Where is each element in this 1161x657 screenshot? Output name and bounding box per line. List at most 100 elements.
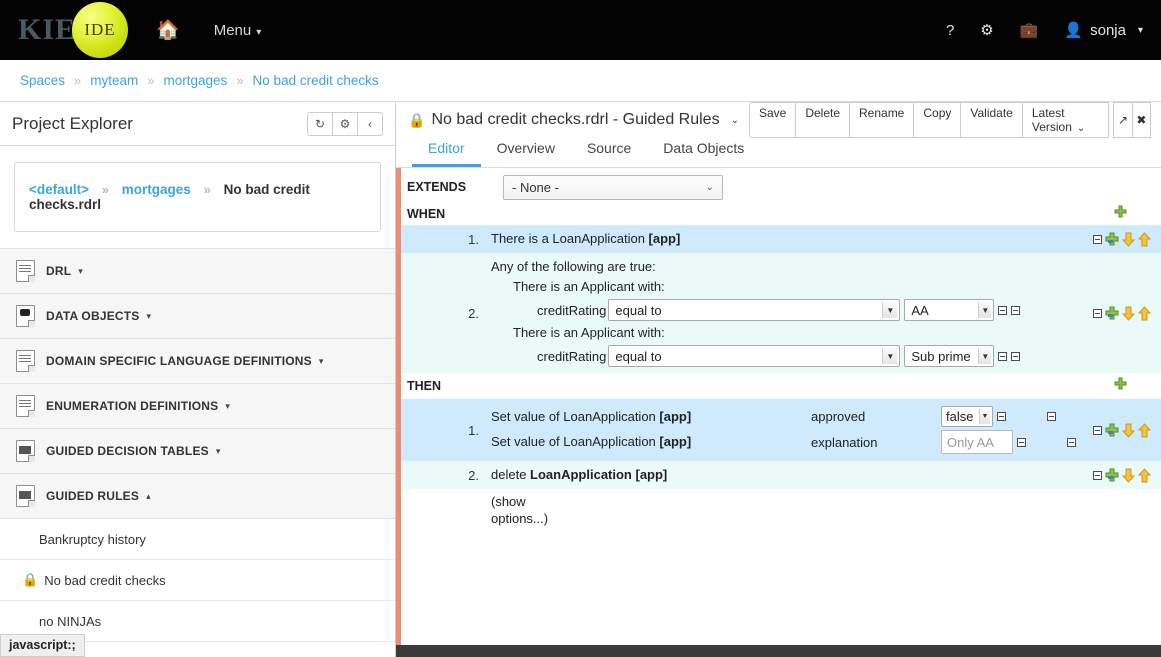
validate-button[interactable]: Validate bbox=[960, 102, 1022, 138]
status-tooltip: javascript:; bbox=[0, 634, 85, 657]
move-up-icon[interactable] bbox=[1138, 468, 1151, 483]
move-up-icon[interactable] bbox=[1138, 423, 1151, 438]
constraint-row: creditRating equal to ▼ Sub prime ▼ bbox=[491, 345, 1093, 367]
add-action-icon[interactable] bbox=[1113, 377, 1128, 395]
condition-row[interactable]: 1. There is a LoanApplication [app] bbox=[401, 225, 1161, 253]
tab-source[interactable]: Source bbox=[571, 135, 647, 167]
project-path-default[interactable]: <default> bbox=[29, 182, 89, 197]
action-value-input[interactable]: Only AA bbox=[941, 430, 1013, 454]
accordion-item-drl[interactable]: DRL ▾ bbox=[0, 249, 395, 294]
briefcase-icon[interactable]: 💼 bbox=[1020, 23, 1039, 38]
panel-title: Project Explorer bbox=[12, 114, 133, 134]
collapse-button[interactable]: ‹ bbox=[357, 112, 383, 136]
guided-rule-icon bbox=[16, 485, 35, 507]
move-down-icon[interactable] bbox=[1122, 306, 1135, 321]
settings-button[interactable]: ⚙ bbox=[332, 112, 358, 136]
add-icon[interactable] bbox=[1105, 468, 1119, 482]
project-explorer-header: Project Explorer ↻ ⚙ ‹ bbox=[0, 102, 395, 146]
remove-icon[interactable] bbox=[1093, 426, 1102, 435]
constraint-option-icon[interactable] bbox=[998, 352, 1007, 361]
gear-icon[interactable]: ⚙ bbox=[980, 23, 993, 38]
breadcrumb-item-myteam[interactable]: myteam bbox=[90, 73, 138, 88]
action-value-select[interactable]: false ▼ bbox=[941, 406, 993, 427]
editor-title[interactable]: 🔒 No bad credit checks.rdrl - Guided Rul… bbox=[408, 111, 739, 129]
move-up-icon[interactable] bbox=[1138, 232, 1151, 247]
move-up-icon[interactable] bbox=[1138, 306, 1151, 321]
main-layout: Project Explorer ↻ ⚙ ‹ <default> » mortg… bbox=[0, 102, 1161, 657]
project-path-mortgages[interactable]: mortgages bbox=[122, 182, 191, 197]
accordion-item-dsl[interactable]: DOMAIN SPECIFIC LANGUAGE DEFINITIONS ▾ bbox=[0, 339, 395, 384]
condition-row[interactable]: 2. Any of the following are true: There … bbox=[401, 253, 1161, 373]
value-select[interactable]: Sub prime ▼ bbox=[904, 345, 994, 367]
add-icon[interactable] bbox=[1105, 232, 1119, 246]
accordion-item-enumerations[interactable]: ENUMERATION DEFINITIONS ▾ bbox=[0, 384, 395, 429]
chevron-up-icon: ▴ bbox=[146, 491, 151, 502]
move-down-icon[interactable] bbox=[1122, 423, 1135, 438]
add-condition-icon[interactable] bbox=[1113, 205, 1128, 223]
rename-button[interactable]: Rename bbox=[849, 102, 914, 138]
version-dropdown[interactable]: Latest Version⌄ bbox=[1022, 102, 1109, 138]
copy-button[interactable]: Copy bbox=[913, 102, 961, 138]
action-body: delete LoanApplication [app] bbox=[491, 461, 1093, 489]
then-label: THEN bbox=[407, 379, 503, 393]
home-icon[interactable]: 🏠 bbox=[156, 21, 180, 40]
accordion-item-data-objects[interactable]: DATA OBJECTS ▾ bbox=[0, 294, 395, 339]
action-value-option-icon[interactable] bbox=[997, 412, 1006, 421]
action-text: Set value of LoanApplication [app] bbox=[491, 432, 811, 452]
accordion-item-guided-rules[interactable]: GUIDED RULES ▴ bbox=[0, 474, 395, 519]
version-label: Latest Version bbox=[1032, 106, 1072, 134]
show-options-link[interactable]: (show options...) bbox=[401, 489, 551, 527]
save-button[interactable]: Save bbox=[749, 102, 796, 138]
action-row[interactable]: 2. delete LoanApplication [app] bbox=[401, 461, 1161, 489]
expand-icon[interactable]: ↗ bbox=[1113, 102, 1132, 138]
tab-overview[interactable]: Overview bbox=[481, 135, 571, 167]
remove-icon[interactable] bbox=[1093, 471, 1102, 480]
list-item[interactable]: Bankruptcy history bbox=[0, 519, 395, 560]
brand-logo[interactable]: KIE IDE bbox=[18, 2, 128, 58]
list-item[interactable]: 🔒 No bad credit checks bbox=[0, 560, 395, 601]
action-field-label: approved bbox=[811, 409, 941, 424]
project-path-separator: » bbox=[204, 182, 211, 197]
breadcrumb-item-current[interactable]: No bad credit checks bbox=[253, 73, 379, 88]
operator-select[interactable]: equal to ▼ bbox=[608, 299, 900, 321]
constraint-remove-icon[interactable] bbox=[1011, 306, 1020, 315]
add-icon[interactable] bbox=[1105, 423, 1119, 437]
tab-editor[interactable]: Editor bbox=[412, 135, 481, 167]
breadcrumb-item-mortgages[interactable]: mortgages bbox=[164, 73, 228, 88]
accordion-label: DRL bbox=[46, 264, 71, 278]
tab-data-objects[interactable]: Data Objects bbox=[647, 135, 760, 167]
accordion-label: GUIDED RULES bbox=[46, 489, 139, 503]
action-row[interactable]: 1. Set value of LoanApplication [app] ap… bbox=[401, 399, 1161, 461]
user-menu[interactable]: 👤 sonja ▾ bbox=[1064, 21, 1143, 39]
row-number: 1. bbox=[401, 399, 491, 461]
action-text-prefix: Set value of LoanApplication bbox=[491, 409, 659, 424]
menu-dropdown[interactable]: Menu▾ bbox=[214, 22, 262, 39]
action-line: Set value of LoanApplication [app] appro… bbox=[491, 406, 1093, 427]
action-remove-icon[interactable] bbox=[1067, 438, 1076, 447]
breadcrumb-item-spaces[interactable]: Spaces bbox=[20, 73, 65, 88]
brand-ball-icon: IDE bbox=[72, 2, 128, 58]
remove-icon[interactable] bbox=[1093, 309, 1102, 318]
refresh-button[interactable]: ↻ bbox=[307, 112, 333, 136]
move-down-icon[interactable] bbox=[1122, 232, 1135, 247]
row-number: 2. bbox=[401, 461, 491, 489]
accordion-item-guided-decision-tables[interactable]: GUIDED DECISION TABLES ▾ bbox=[0, 429, 395, 474]
close-icon[interactable]: ✖ bbox=[1132, 102, 1151, 138]
operator-select[interactable]: equal to ▼ bbox=[608, 345, 900, 367]
delete-button[interactable]: Delete bbox=[795, 102, 850, 138]
value-select[interactable]: AA ▼ bbox=[904, 299, 994, 321]
constraint-remove-icon[interactable] bbox=[1011, 352, 1020, 361]
project-explorer-panel: Project Explorer ↻ ⚙ ‹ <default> » mortg… bbox=[0, 102, 396, 657]
action-value-option-icon[interactable] bbox=[1017, 438, 1026, 447]
move-down-icon[interactable] bbox=[1122, 468, 1135, 483]
question-mark-icon[interactable]: ? bbox=[946, 23, 954, 38]
extends-select[interactable]: - None - ⌄ bbox=[503, 175, 723, 200]
constraint-option-icon[interactable] bbox=[998, 306, 1007, 315]
chevron-down-icon: ▾ bbox=[319, 356, 324, 367]
add-icon[interactable] bbox=[1105, 306, 1119, 320]
editor-toolbar: Save Delete Rename Copy Validate Latest … bbox=[749, 102, 1151, 138]
remove-icon[interactable] bbox=[1093, 235, 1102, 244]
action-remove-icon[interactable] bbox=[1047, 412, 1056, 421]
chevron-down-icon: ▼ bbox=[978, 348, 991, 364]
panel-buttons: ↻ ⚙ ‹ bbox=[307, 112, 383, 136]
